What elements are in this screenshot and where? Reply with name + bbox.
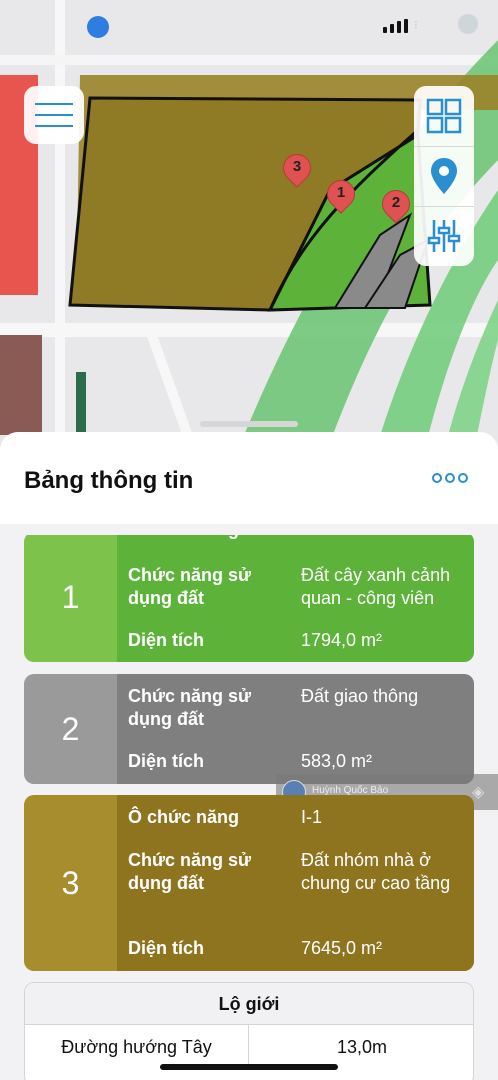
area-label: Diện tích xyxy=(128,938,205,958)
hamburger-icon-line xyxy=(35,125,73,127)
card-body: Ô chức năng I-25 Chức năng sử dụng đất Đ… xyxy=(117,532,474,662)
usage-value: Đất cây xanh cảnh quan - công viên xyxy=(301,565,451,608)
pin-label: 2 xyxy=(391,194,401,211)
more-options-icon[interactable] xyxy=(432,473,468,483)
area-value: 1794,0 m² xyxy=(301,630,383,650)
table-header: Lộ giới xyxy=(25,983,473,1025)
parcel-card-2[interactable]: 2 Chức năng sử dụng đất Đất giao thông D… xyxy=(24,674,474,784)
home-indicator[interactable] xyxy=(160,1064,338,1070)
card-body: Ô chức năng I-1 Chức năng sử dụng đất Đấ… xyxy=(117,795,474,971)
map-pin-1[interactable]: 1 xyxy=(321,174,361,220)
road-direction-cell: Đường hướng Tây xyxy=(25,1025,249,1069)
parcel-card-1[interactable]: 1 Ô chức năng I-25 Chức năng sử dụng đất… xyxy=(24,532,474,662)
plot-label: Ô chức năng xyxy=(128,807,240,827)
parcel-card-3[interactable]: 3 Ô chức năng I-1 Chức năng sử dụng đất … xyxy=(24,795,474,971)
card-index: 3 xyxy=(61,864,80,901)
sheet-title: Bảng thông tin xyxy=(24,467,194,494)
usage-value: Đất giao thông xyxy=(301,686,419,706)
map-pin-2[interactable]: 2 xyxy=(376,184,416,230)
location-pin-icon xyxy=(431,158,457,194)
header-divider xyxy=(0,524,498,535)
map-pin-3[interactable]: 3 xyxy=(277,148,317,194)
plot-value: I-1 xyxy=(301,807,323,827)
signal-strength-icon xyxy=(383,19,408,33)
hamburger-icon xyxy=(35,103,73,105)
pin-label: 3 xyxy=(292,158,302,175)
usage-label: Chức năng sử dụng đất xyxy=(128,850,252,893)
usage-value: Đất nhóm nhà ở chung cư cao tầng xyxy=(301,850,451,893)
usage-label: Chức năng sử dụng đất xyxy=(128,565,252,608)
card-body: Chức năng sử dụng đất Đất giao thông Diệ… xyxy=(117,674,474,784)
info-sheet: 1 Ô chức năng I-25 Chức năng sử dụng đất… xyxy=(0,432,498,1080)
sliders-icon xyxy=(427,220,461,252)
grid-icon xyxy=(426,98,462,134)
usage-label: Chức năng sử dụng đất xyxy=(128,686,252,729)
filter-settings-button[interactable] xyxy=(414,206,474,266)
map-controls xyxy=(414,86,474,266)
road-width-cell: 13,0m xyxy=(336,1037,388,1057)
card-index: 2 xyxy=(61,710,80,747)
menu-button[interactable] xyxy=(24,86,84,144)
hamburger-icon-line xyxy=(35,114,73,116)
map-view[interactable]: ⁝ 3 1 2 xyxy=(0,0,498,470)
battery-icon xyxy=(458,14,478,34)
my-location-button[interactable] xyxy=(414,146,474,206)
card-index: 1 xyxy=(61,578,80,615)
area-value: 583,0 m² xyxy=(301,751,373,771)
area-label: Diện tích xyxy=(128,630,205,650)
map-drag-handle[interactable] xyxy=(200,421,298,427)
area-label: Diện tích xyxy=(128,751,205,771)
location-services-icon xyxy=(87,16,109,38)
pin-label: 1 xyxy=(336,184,346,201)
sheet-header: Bảng thông tin xyxy=(0,432,498,524)
area-value: 7645,0 m² xyxy=(301,938,383,958)
network-icon: ⁝ xyxy=(414,18,418,32)
status-bar: ⁝ xyxy=(0,0,498,52)
layers-grid-button[interactable] xyxy=(414,86,474,146)
